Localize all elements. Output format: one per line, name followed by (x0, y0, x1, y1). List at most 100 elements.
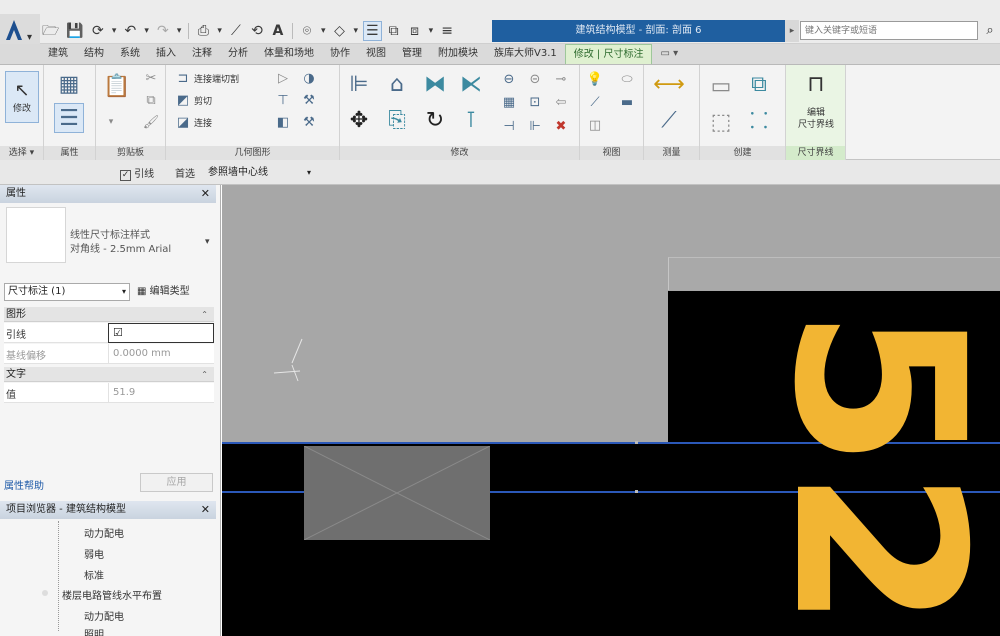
tab-insert[interactable]: 插入 (148, 44, 184, 64)
scale-icon[interactable]: ⊡ (526, 93, 544, 111)
print-dropdown-icon[interactable]: ▾ (215, 21, 224, 41)
tab-view[interactable]: 视图 (358, 44, 394, 64)
group-text[interactable]: 文字 ⌃ (4, 367, 214, 382)
tree-item[interactable]: 照明 (84, 626, 104, 636)
tree-item[interactable]: 动力配电 (84, 525, 124, 540)
tab-architecture[interactable]: 建筑 (40, 44, 76, 64)
switch-dropdown-icon[interactable]: ▾ (427, 21, 436, 41)
modify-button[interactable]: ↖ 修改 (5, 71, 39, 123)
sync-dropdown-icon[interactable]: ▾ (110, 21, 119, 41)
linework-icon[interactable]: ⟋ (586, 93, 604, 111)
measure-distance-icon[interactable]: ⟋ (654, 105, 684, 135)
cope-icon[interactable]: ⊐ (174, 69, 192, 87)
delete-icon[interactable]: ✖ (552, 117, 570, 135)
cut-icon[interactable]: ✂ (142, 69, 160, 87)
drawing-canvas[interactable]: 52 (222, 185, 1000, 636)
measure-icon[interactable]: ⟋ (227, 21, 245, 41)
thin-lines-icon[interactable]: ☰ (363, 21, 382, 41)
prefer-select[interactable]: 参照墙中心线 ▾ (205, 164, 315, 181)
wall-joins-icon[interactable]: ⊤ (274, 91, 292, 109)
hide-in-view-icon[interactable]: 💡 (586, 70, 604, 88)
search-input[interactable] (800, 21, 978, 40)
pin-icon[interactable]: ⊸ (552, 70, 570, 88)
properties-toggle-icon[interactable]: ☰ (54, 103, 84, 133)
close-icon[interactable]: ✕ (201, 501, 210, 519)
tab-systems[interactable]: 系统 (112, 44, 148, 64)
apply-button[interactable]: 应用 (140, 473, 213, 492)
tab-massing-site[interactable]: 体量和场地 (256, 44, 322, 64)
grip-handle[interactable] (635, 441, 638, 444)
tab-manage[interactable]: 管理 (394, 44, 430, 64)
mirror-draw-icon[interactable]: ⧔ (456, 69, 486, 99)
print-icon[interactable]: ⎙ (194, 21, 212, 41)
grip-handle[interactable] (635, 490, 638, 493)
binoculars-icon[interactable]: ⌕ (980, 20, 1000, 42)
property-value-checkbox[interactable]: ☑ (108, 323, 214, 343)
tab-collaborate[interactable]: 协作 (322, 44, 358, 64)
mirror-pick-icon[interactable]: ⧓ (420, 69, 450, 99)
aligned-dimension-icon[interactable]: ⟷ (653, 69, 685, 99)
tree-item[interactable]: 楼层电路管线水平布置 (62, 587, 162, 602)
section-icon[interactable]: ◇ (330, 21, 348, 41)
undo-icon[interactable]: ↶ (121, 21, 139, 41)
create-assembly-icon[interactable]: ⬚ (706, 107, 736, 137)
type-dropdown-icon[interactable]: ▾ (205, 237, 210, 247)
type-selector[interactable]: 线性尺寸标注样式 对角线 - 2.5mm Arial (70, 229, 171, 257)
save-icon[interactable]: 💾 (64, 21, 85, 41)
tab-family-master[interactable]: 族库大师V3.1 (486, 44, 565, 64)
switch-windows-icon[interactable]: ⧈ (406, 21, 424, 41)
close-icon[interactable]: ✕ (201, 185, 210, 203)
close-hidden-icon[interactable]: ⧉ (385, 21, 403, 41)
array-icon[interactable]: ▦ (500, 93, 518, 111)
tree-item[interactable]: 弱电 (84, 546, 104, 561)
title-chevron-icon[interactable]: ▸ (785, 20, 799, 42)
edit-type-button[interactable]: ▦ 编辑类型 (137, 283, 190, 301)
leader-checkbox[interactable]: ✓ 引线 (120, 165, 154, 181)
select-panel-label[interactable]: 选择 ▾ (0, 146, 43, 160)
paste-dropdown-icon[interactable]: ▾ (102, 113, 120, 131)
dimension-icon[interactable]: ⟲ (248, 21, 266, 41)
split-gap-icon[interactable]: ⊝ (526, 70, 544, 88)
redo-dropdown-icon[interactable]: ▾ (175, 21, 184, 41)
match-properties-icon[interactable]: 🖌 (142, 113, 160, 131)
group-graphics[interactable]: 图形 ⌃ (4, 307, 214, 322)
dimension-leader-icon[interactable] (266, 331, 326, 391)
move-icon[interactable]: ✥ (344, 105, 374, 135)
edit-witness-lines-icon[interactable]: ⊓ (801, 69, 831, 99)
extend-icon[interactable]: ⊩ (526, 117, 544, 135)
customize-qat-icon[interactable]: ≡ (438, 21, 456, 41)
rotate-icon[interactable]: ↻ (420, 105, 450, 135)
offset-icon[interactable]: ⌂ (382, 69, 412, 99)
override-graphics-icon[interactable]: ⬭ (618, 70, 636, 88)
dimension-value-text[interactable]: 52 (737, 302, 1000, 632)
3d-view-icon[interactable]: ⌾ (298, 21, 316, 41)
section-dropdown-icon[interactable]: ▾ (351, 21, 360, 41)
tab-annotate[interactable]: 注释 (184, 44, 220, 64)
tree-item[interactable]: 标准 (84, 567, 104, 582)
unpin-icon[interactable]: ⇦ (552, 93, 570, 111)
open-icon[interactable]: 🗁 (40, 21, 61, 41)
join-icon[interactable]: ◪ (174, 113, 192, 131)
paint-icon[interactable]: ◑ (300, 69, 318, 87)
redo-icon[interactable]: ↷ (154, 21, 172, 41)
create-group-icon[interactable]: ▭ (706, 71, 736, 101)
create-parts-icon[interactable]: ⸬ (744, 105, 774, 135)
copy-element-icon[interactable]: ⎘ (382, 105, 412, 135)
expand-icon[interactable] (42, 590, 48, 596)
hammer-icon[interactable]: ⚒ (300, 113, 318, 131)
cut-geometry-icon[interactable]: ◩ (174, 91, 192, 109)
create-similar-icon[interactable]: ⧉ (744, 69, 774, 99)
tree-item[interactable]: 动力配电 (84, 608, 124, 623)
undo-dropdown-icon[interactable]: ▾ (142, 21, 151, 41)
tab-addins[interactable]: 附加模块 (430, 44, 486, 64)
tab-analyze[interactable]: 分析 (220, 44, 256, 64)
tab-panel-options[interactable]: ▭ ▾ (652, 44, 686, 64)
sync-icon[interactable]: ⟳ (89, 21, 107, 41)
tab-structure[interactable]: 结构 (76, 44, 112, 64)
text-tool-icon[interactable]: A (269, 21, 287, 41)
section-element[interactable] (303, 445, 491, 541)
3d-dropdown-icon[interactable]: ▾ (319, 21, 328, 41)
property-value[interactable]: 0.0000 mm (108, 344, 214, 364)
property-value[interactable]: 51.9 (108, 383, 214, 403)
remove-paint-icon[interactable]: ◧ (274, 113, 292, 131)
